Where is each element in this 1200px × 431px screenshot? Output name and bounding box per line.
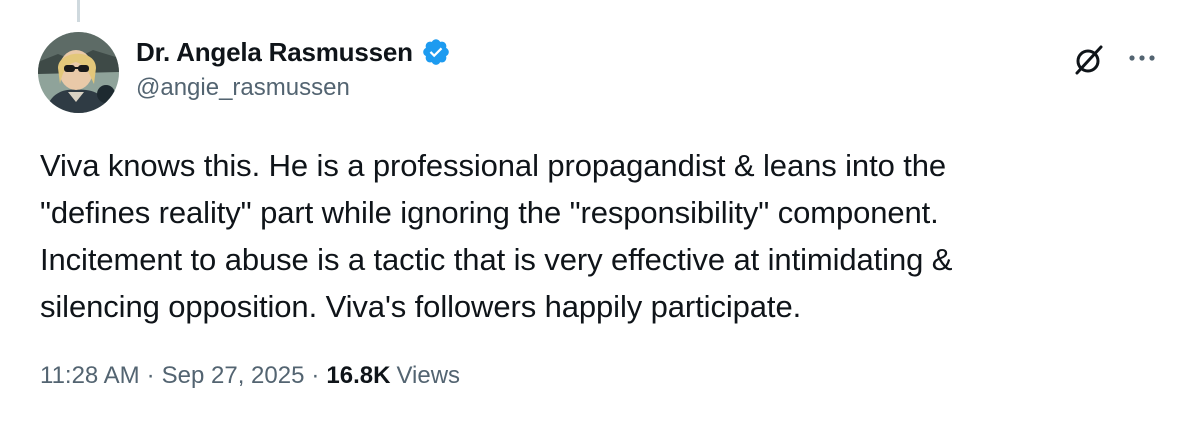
author-handle[interactable]: @angie_rasmussen <box>136 74 451 102</box>
meta-separator: · <box>311 362 320 389</box>
meta-separator: · <box>146 362 155 389</box>
name-row: Dr. Angela Rasmussen <box>136 34 451 70</box>
avatar-image <box>38 32 119 113</box>
author-block: Dr. Angela Rasmussen @angie_rasmussen <box>136 34 451 102</box>
tweet-text: Viva knows this. He is a professional pr… <box>40 148 953 324</box>
tweet-metadata: 11:28 AM · Sep 27, 2025 · 16.8K Views <box>40 362 460 390</box>
views-label[interactable]: Views <box>396 362 460 390</box>
avatar[interactable] <box>38 32 119 113</box>
grok-icon[interactable] <box>1067 38 1111 82</box>
more-options-icon[interactable] <box>1122 38 1162 78</box>
tweet-time[interactable]: 11:28 AM <box>40 362 140 390</box>
tweet: Dr. Angela Rasmussen @angie_rasmussen Vi… <box>0 0 1200 431</box>
author-display-name[interactable]: Dr. Angela Rasmussen <box>136 37 413 68</box>
views-count[interactable]: 16.8K <box>326 362 390 390</box>
tweet-date[interactable]: Sep 27, 2025 <box>162 362 305 390</box>
verified-badge-icon[interactable] <box>421 37 451 67</box>
